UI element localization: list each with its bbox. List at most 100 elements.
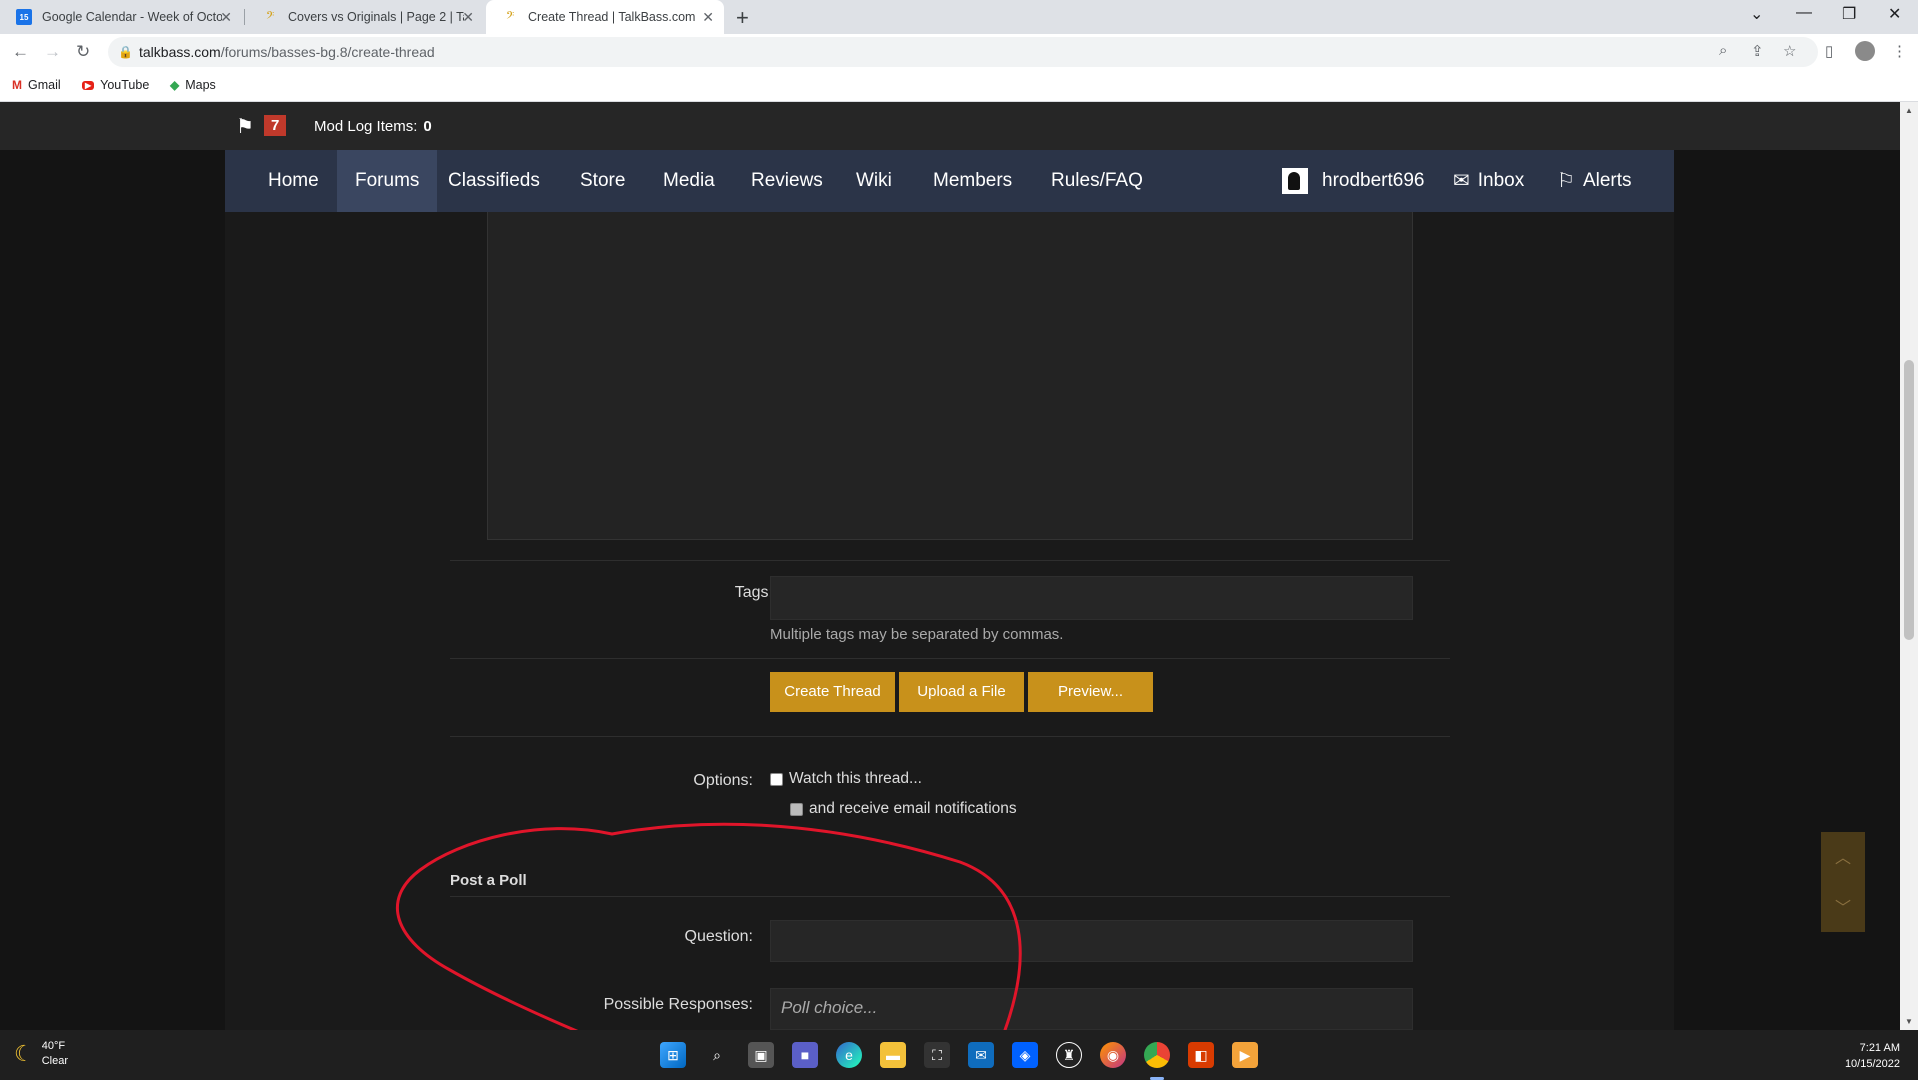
nav-store[interactable]: Store [562, 150, 643, 212]
user-menu[interactable]: hrodbert696 [1282, 150, 1424, 212]
bookmark-star-icon[interactable]: ☆ [1783, 42, 1796, 60]
tab-google-calendar[interactable]: 15 Google Calendar - Week of Octo ✕ [0, 0, 242, 34]
nav-rules-faq[interactable]: Rules/FAQ [1033, 150, 1161, 212]
alerts-link[interactable]: ⚐ Alerts [1557, 150, 1632, 212]
scroll-down-arrow-icon[interactable]: ▼ [1905, 1017, 1913, 1026]
page-scrollbar[interactable]: ▲ ▼ [1900, 102, 1918, 1030]
url-path: /forums/basses-bg.8/create-thread [220, 44, 435, 60]
side-panel-icon[interactable]: ▯ [1825, 42, 1833, 60]
firefox-icon[interactable]: ◉ [1100, 1042, 1126, 1068]
dropbox-icon[interactable]: ◈ [1012, 1042, 1038, 1068]
mod-log-link[interactable]: Mod Log Items: 0 [314, 118, 432, 135]
edge-icon[interactable]: e [836, 1042, 862, 1068]
upload-file-button[interactable]: Upload a File [899, 672, 1024, 712]
poll-section-title: Post a Poll [450, 872, 527, 889]
poll-choice-placeholder: Poll choice... [781, 998, 878, 1017]
tags-input[interactable] [770, 576, 1413, 620]
bookmarks-bar: M Gmail ▶ YouTube ◆ Maps [0, 70, 1918, 102]
flag-outline-icon: ⚐ [1557, 170, 1575, 192]
moderator-bar: ⚑ 7 Mod Log Items: 0 [0, 102, 1900, 150]
tags-hint: Multiple tags may be separated by commas… [770, 626, 1064, 643]
nav-forums[interactable]: Forums [337, 150, 438, 212]
forward-icon[interactable]: → [44, 42, 61, 62]
teams-chat-icon[interactable]: ■ [792, 1042, 818, 1068]
report-count-badge[interactable]: 7 [264, 115, 287, 136]
nav-wiki[interactable]: Wiki [838, 150, 910, 212]
tab-divider [244, 9, 245, 25]
store-icon[interactable]: ⛶ [924, 1042, 950, 1068]
restore-icon[interactable]: ❐ [1842, 4, 1856, 24]
alerts-label: Alerts [1582, 170, 1632, 191]
inbox-label: Inbox [1477, 170, 1525, 191]
close-icon[interactable]: ✕ [462, 9, 474, 26]
username: hrodbert696 [1322, 170, 1425, 191]
nav-reviews[interactable]: Reviews [733, 150, 841, 212]
zoom-icon[interactable]: ⌕ [1719, 42, 1727, 59]
watch-thread-checkbox[interactable] [770, 772, 783, 786]
gmail-icon: M [12, 78, 22, 92]
media-player-icon[interactable]: ▶ [1232, 1042, 1258, 1068]
weather-condition: Clear [41, 1055, 69, 1067]
youtube-icon: ▶ [82, 80, 95, 90]
email-notify-checkbox[interactable] [790, 802, 803, 816]
email-notify-option[interactable]: and receive email notifications [790, 800, 1017, 818]
back-icon[interactable]: ← [12, 42, 29, 62]
file-explorer-icon[interactable]: ▬ [880, 1042, 906, 1068]
divider [450, 736, 1450, 737]
avatar [1282, 168, 1308, 194]
tab-covers-vs-originals[interactable]: 𝄢 Covers vs Originals | Page 2 | Talk ✕ [246, 0, 484, 34]
bookmark-youtube[interactable]: ▶ YouTube [82, 78, 149, 92]
create-thread-button[interactable]: Create Thread [770, 672, 895, 712]
watch-thread-option[interactable]: Watch this thread... [770, 770, 922, 788]
nav-members[interactable]: Members [915, 150, 1030, 212]
windows-taskbar: ☾ 40°F Clear ⊞ ⌕ ▣ ■ e ▬ ⛶ ✉ ◈ ♜ ◉ ◧ ▶ 7… [0, 1030, 1918, 1080]
inbox-link[interactable]: ✉ Inbox [1453, 150, 1524, 212]
message-editor[interactable] [487, 212, 1413, 540]
office-icon[interactable]: ◧ [1188, 1042, 1214, 1068]
email-notify-label: and receive email notifications [809, 800, 1017, 817]
reload-icon[interactable]: ↻ [76, 42, 90, 62]
nav-home[interactable]: Home [250, 150, 337, 212]
page-viewport: ⚑ 7 Mod Log Items: 0 Home Forums Classifi… [0, 102, 1900, 1030]
tab-strip: 15 Google Calendar - Week of Octo ✕ 𝄢 Co… [0, 0, 1918, 34]
mail-icon[interactable]: ✉ [968, 1042, 994, 1068]
tab-create-thread[interactable]: 𝄢 Create Thread | TalkBass.com ✕ [486, 0, 724, 34]
scroll-up-arrow-icon[interactable]: ▲ [1905, 106, 1913, 115]
new-tab-button[interactable]: + [736, 5, 749, 31]
main-nav: Home Forums Classifieds Store Media Revi… [225, 150, 1674, 212]
preview-button[interactable]: Preview... [1028, 672, 1153, 712]
poll-choice-input[interactable]: Poll choice... [770, 988, 1413, 1030]
nav-classifieds[interactable]: Classifieds [430, 150, 558, 212]
bookmark-gmail[interactable]: M Gmail [12, 78, 61, 92]
close-icon[interactable]: ✕ [220, 9, 232, 26]
close-window-icon[interactable]: ✕ [1888, 4, 1901, 24]
options-label: Options: [693, 772, 753, 789]
browser-toolbar: ← → ↻ 🔒 talkbass.com/forums/basses-bg.8/… [0, 34, 1918, 70]
bookmark-maps[interactable]: ◆ Maps [170, 78, 216, 92]
task-view-icon[interactable]: ▣ [748, 1042, 774, 1068]
profile-avatar-icon[interactable] [1855, 41, 1875, 61]
divider [450, 658, 1450, 659]
weather-widget[interactable]: ☾ 40°F Clear [14, 1039, 68, 1069]
menu-icon[interactable]: ⋮ [1892, 42, 1907, 60]
scroll-down-icon[interactable]: ﹀ [1835, 894, 1851, 918]
start-icon[interactable]: ⊞ [660, 1042, 686, 1068]
share-icon[interactable]: ⇪ [1751, 42, 1764, 60]
chrome-icon[interactable] [1144, 1042, 1170, 1068]
weather-temperature: 40°F [41, 1040, 66, 1052]
flag-icon[interactable]: ⚑ [236, 114, 254, 139]
poll-question-input[interactable] [770, 920, 1413, 962]
app-icon[interactable]: ♜ [1056, 1042, 1082, 1068]
scroll-up-icon[interactable]: ︿ [1835, 844, 1851, 868]
minimize-icon[interactable]: — [1796, 4, 1812, 22]
lock-icon[interactable]: 🔒 [118, 45, 133, 59]
system-clock[interactable]: 7:21 AM 10/15/2022 [1845, 1040, 1900, 1072]
moon-icon: ☾ [14, 1041, 34, 1066]
close-icon[interactable]: ✕ [702, 9, 714, 26]
nav-media[interactable]: Media [645, 150, 733, 212]
url-text[interactable]: talkbass.com/forums/basses-bg.8/create-t… [139, 44, 435, 60]
scrollbar-thumb[interactable] [1904, 360, 1914, 640]
tags-label: Tags: [734, 584, 773, 601]
tab-search-icon[interactable]: ⌄ [1750, 4, 1763, 24]
search-icon[interactable]: ⌕ [704, 1042, 730, 1068]
